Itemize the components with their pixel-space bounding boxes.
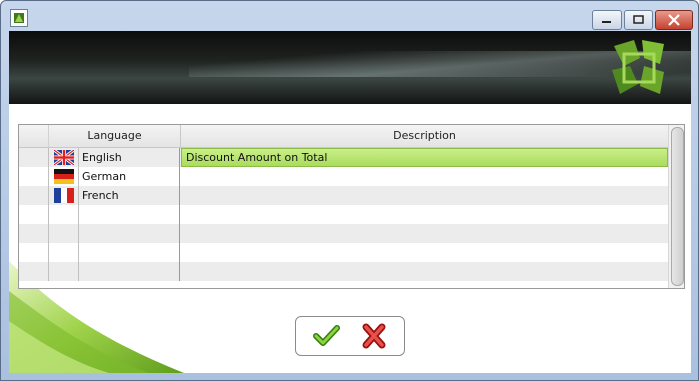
description-cell[interactable] [181,167,668,186]
title-bar[interactable] [1,1,698,31]
language-cell: English [79,148,180,167]
table-row[interactable]: German [19,167,668,186]
table-row[interactable] [19,224,668,243]
cancel-button[interactable] [358,323,390,349]
table-row[interactable]: English Discount Amount on Total [19,148,668,167]
grid-header: Language Description [19,125,668,148]
vertical-scrollbar[interactable] [668,125,684,288]
company-logo [604,36,674,104]
translations-grid[interactable]: Language Description English Discount Am… [18,124,685,289]
french-flag-icon [54,188,74,203]
table-row[interactable] [19,205,668,224]
confirm-button[interactable] [310,323,342,349]
header-banner [9,31,691,104]
description-cell[interactable] [181,243,668,262]
description-cell[interactable] [181,186,668,205]
minimize-button[interactable] [592,10,622,30]
green-check-icon [313,325,340,346]
language-cell: German [79,167,180,186]
close-button[interactable] [655,10,693,30]
action-buttons-panel [295,316,405,356]
description-cell[interactable] [181,262,668,281]
language-cell [79,224,180,243]
selector-column-header [19,125,49,147]
app-icon [10,9,28,27]
language-column-header[interactable]: Language [49,125,181,147]
dialog-content: Language Description English Discount Am… [9,31,691,373]
description-cell[interactable]: Discount Amount on Total [181,148,668,167]
table-row[interactable]: French [19,186,668,205]
maximize-button[interactable] [624,10,653,30]
description-cell[interactable] [181,205,668,224]
language-cell [79,243,180,262]
table-row[interactable] [19,262,668,281]
description-column-header[interactable]: Description [181,125,668,147]
language-cell [79,205,180,224]
description-cell[interactable] [181,224,668,243]
language-cell: French [79,186,180,205]
uk-flag-icon [54,150,74,165]
red-x-icon [362,323,386,349]
language-cell [79,262,180,281]
application-window: Language Description English Discount Am… [0,0,699,381]
german-flag-icon [54,169,74,184]
table-row[interactable] [19,243,668,262]
scrollbar-thumb[interactable] [671,127,684,286]
